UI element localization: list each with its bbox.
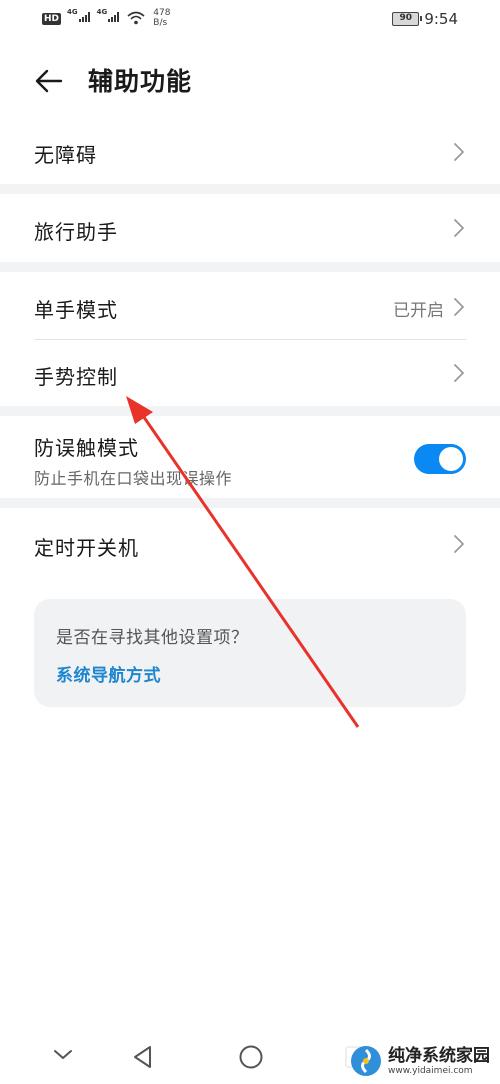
row-travel-assistant-label: 旅行助手 xyxy=(34,220,118,244)
row-accidental-touch: 防误触模式 防止手机在口袋出现误操作 xyxy=(0,416,500,498)
row-one-hand-mode-value: 已开启 xyxy=(393,301,444,321)
title-bar: 辅助功能 xyxy=(0,58,500,104)
row-scheduled-power[interactable]: 定时开关机 xyxy=(0,508,500,580)
section-separator xyxy=(0,406,500,416)
accidental-touch-toggle[interactable] xyxy=(414,444,466,474)
row-one-hand-mode-label: 单手模式 xyxy=(34,298,118,322)
watermark-title: 纯净系统家园 xyxy=(388,1046,490,1066)
status-left: HD 4G 4G 478 B/s xyxy=(42,8,170,28)
battery-icon: 90 xyxy=(392,12,423,26)
wifi-icon xyxy=(127,11,145,25)
row-accidental-touch-label: 防误触模式 xyxy=(34,436,139,460)
chevron-right-icon xyxy=(454,219,464,237)
net-speed-value: 478 xyxy=(153,8,171,18)
row-scheduled-power-label: 定时开关机 xyxy=(34,536,139,560)
row-accessibility-label: 无障碍 xyxy=(34,143,97,167)
toggle-knob xyxy=(439,447,463,471)
row-accessibility[interactable]: 无障碍 xyxy=(0,120,500,184)
page-title: 辅助功能 xyxy=(88,67,193,96)
chevron-right-icon xyxy=(454,143,464,161)
watermark: 纯净系统家园 www.yidaimei.com xyxy=(345,1042,494,1080)
row-gesture-control[interactable]: 手势控制 xyxy=(0,340,500,406)
row-one-hand-mode[interactable]: 单手模式 已开启 xyxy=(0,272,500,340)
net-speed: 478 B/s xyxy=(153,8,170,28)
signal-2-label: 4G xyxy=(96,8,108,16)
nav-home-icon[interactable] xyxy=(238,1044,264,1070)
row-accidental-touch-description: 防止手机在口袋出现误操作 xyxy=(34,469,233,488)
section-separator xyxy=(0,498,500,508)
status-right: 90 9:54 xyxy=(392,10,458,28)
chevron-down-icon[interactable] xyxy=(52,1048,74,1062)
signal-1-label: 4G xyxy=(67,8,78,16)
clock: 9:54 xyxy=(424,10,458,28)
chevron-right-icon xyxy=(454,535,464,553)
suggestion-card: 是否在寻找其他设置项？ 系统导航方式 xyxy=(34,599,466,707)
section-separator xyxy=(0,262,500,272)
hd-badge: HD xyxy=(42,13,62,25)
watermark-url: www.yidaimei.com xyxy=(388,1066,473,1076)
chevron-right-icon xyxy=(454,364,464,382)
row-travel-assistant[interactable]: 旅行助手 xyxy=(0,194,500,262)
suggestion-question: 是否在寻找其他设置项？ xyxy=(56,628,249,648)
row-gesture-control-label: 手势控制 xyxy=(34,365,118,389)
status-bar: HD 4G 4G 478 B/s 90 9:54 xyxy=(0,0,500,40)
net-speed-unit: B/s xyxy=(153,18,168,28)
section-separator xyxy=(0,184,500,194)
system-navigation-link[interactable]: 系统导航方式 xyxy=(56,661,161,686)
signal-icon-2: 4G xyxy=(97,8,121,22)
chevron-right-icon xyxy=(454,298,464,316)
watermark-logo-icon xyxy=(351,1046,381,1076)
back-arrow-icon[interactable] xyxy=(34,66,64,96)
signal-icon-1: 4G xyxy=(67,8,91,22)
nav-back-icon[interactable] xyxy=(131,1044,153,1070)
